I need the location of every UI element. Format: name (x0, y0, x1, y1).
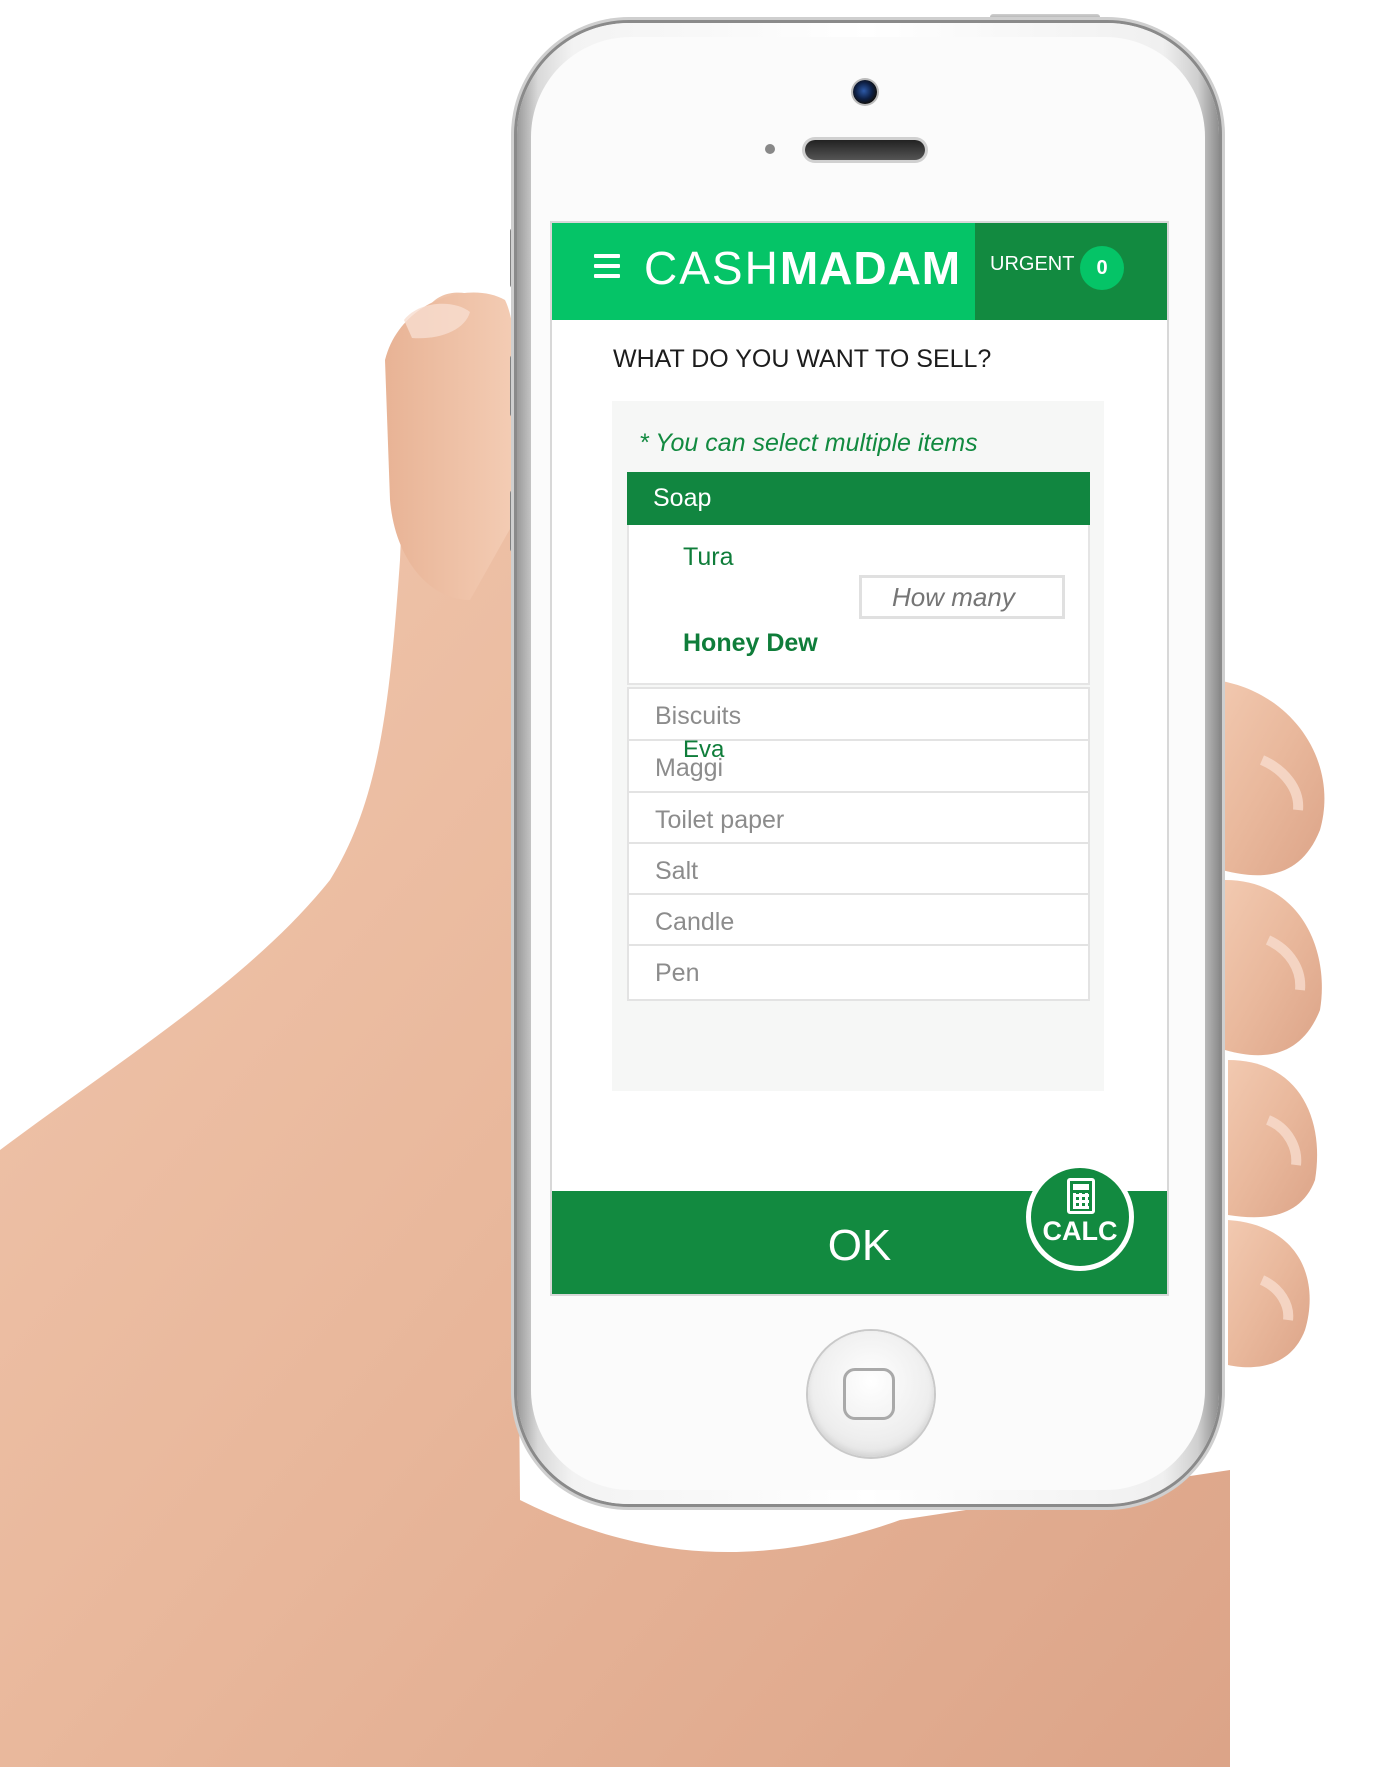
calculator-display (1073, 1184, 1089, 1190)
menu-bar (594, 254, 620, 258)
category-label: Soap (653, 484, 712, 512)
calc-button[interactable]: CALC (1026, 1163, 1134, 1271)
soap-subitems-panel: Tura Honey Dew (627, 525, 1090, 685)
item-selection-panel: * You can select multiple items Soap Tur… (612, 401, 1104, 1091)
multi-select-hint: * You can select multiple items (639, 429, 978, 457)
app-screen: CASHMADAM URGENT 0 WHAT DO YOU WANT TO S… (552, 223, 1167, 1294)
category-label: Candle (655, 908, 735, 936)
home-button-square-icon (843, 1368, 895, 1420)
sub-item-tura[interactable]: Tura (683, 543, 733, 572)
page-title: WHAT DO YOU WANT TO SELL? (613, 345, 992, 373)
category-label: Salt (655, 857, 699, 885)
app-header: CASHMADAM URGENT 0 (552, 223, 1167, 320)
category-pen[interactable]: Pen (627, 944, 1090, 1001)
brand-bold-text: MADAM (779, 242, 962, 294)
calculator-keys (1073, 1193, 1089, 1209)
brand-logo: CASHMADAM (644, 243, 961, 293)
category-label: Pen (655, 959, 700, 987)
category-label: Biscuits (655, 702, 742, 730)
sub-item-honey-dew[interactable]: Honey Dew (683, 629, 818, 658)
calculator-icon (1067, 1178, 1095, 1214)
proximity-sensor-icon (765, 144, 775, 154)
sub-item-eva[interactable]: Eva (683, 736, 724, 764)
calc-label: CALC (1042, 1216, 1118, 1246)
earpiece-speaker-icon (805, 140, 925, 160)
quantity-input[interactable] (859, 575, 1065, 619)
category-toilet-paper[interactable]: Toilet paper (627, 791, 1090, 848)
urgent-count-badge: 0 (1080, 246, 1124, 290)
front-camera-icon (853, 80, 877, 104)
brand-light-text: CASH (644, 242, 780, 294)
urgent-button[interactable]: URGENT 0 (975, 223, 1167, 320)
menu-bar (594, 264, 620, 268)
menu-bar (594, 274, 620, 278)
urgent-label: URGENT (990, 253, 1075, 275)
category-salt[interactable]: Salt (627, 842, 1090, 899)
category-label: Toilet paper (655, 806, 785, 834)
hamburger-menu-icon[interactable] (594, 254, 620, 280)
category-candle[interactable]: Candle (627, 893, 1090, 950)
category-soap-expanded[interactable]: Soap (627, 472, 1090, 525)
